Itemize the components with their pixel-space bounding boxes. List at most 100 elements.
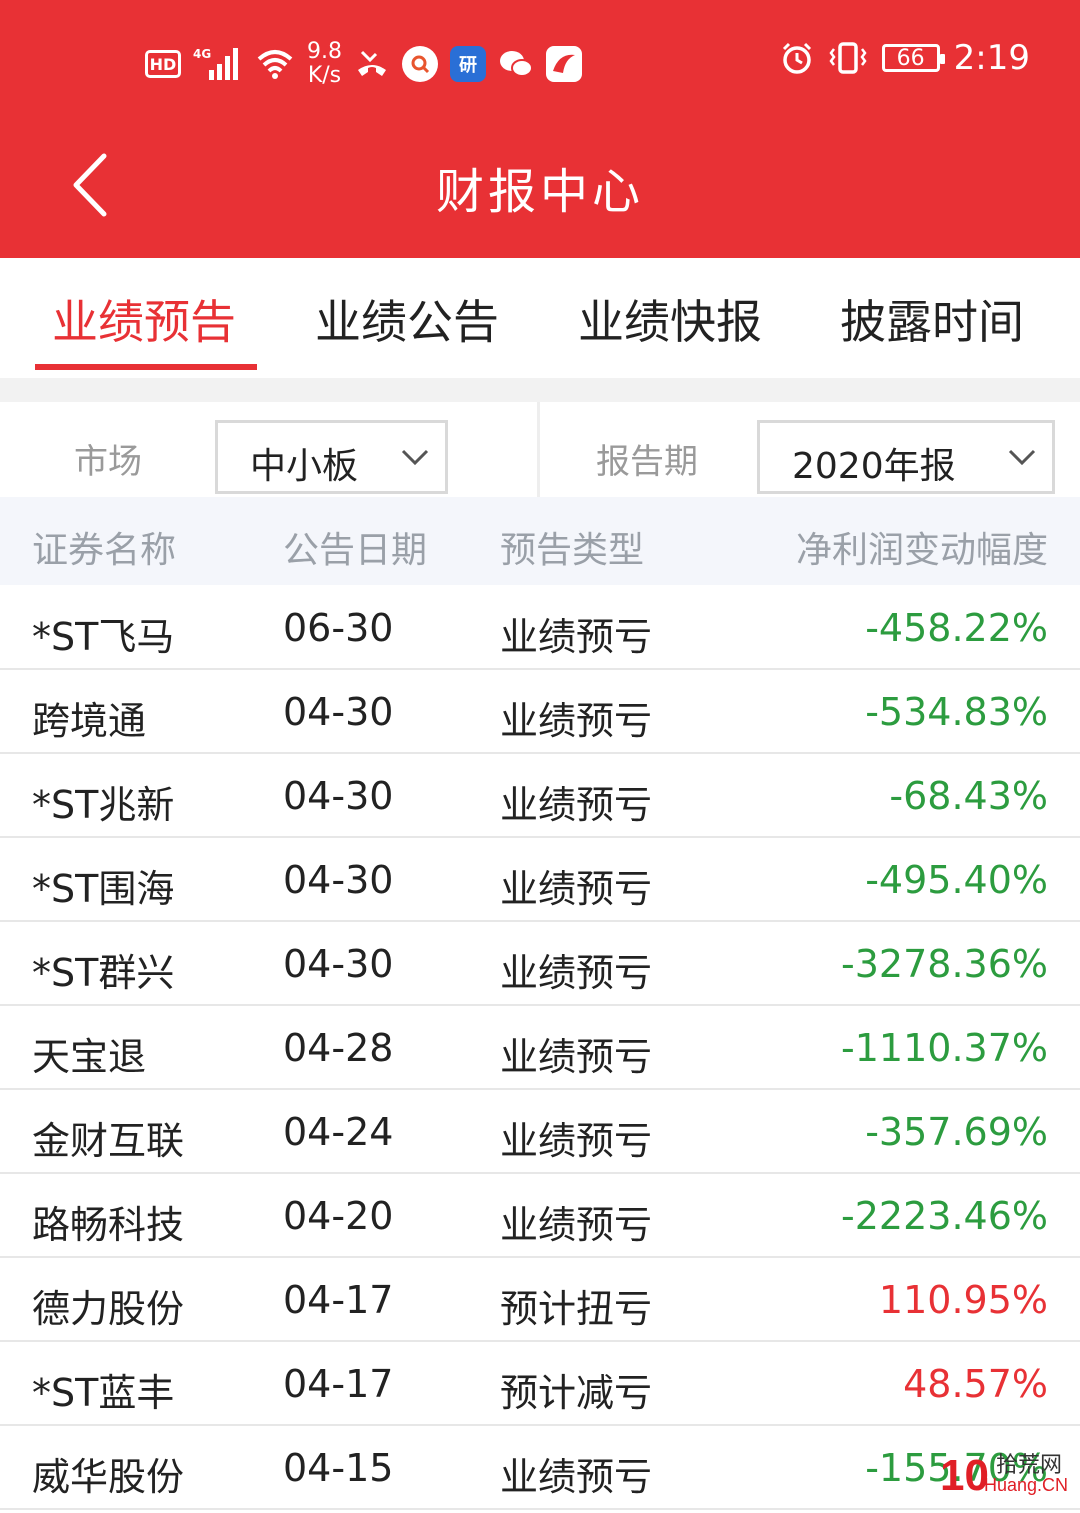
- forecast-type-cell: 业绩预亏: [500, 951, 653, 995]
- active-tab-indicator: [35, 364, 257, 370]
- announce-date-cell: 04-20: [283, 1194, 394, 1238]
- alarm-icon: [780, 41, 814, 75]
- forecast-type-cell: 业绩预亏: [500, 1119, 653, 1163]
- net-profit-change-cell: -1110.37%: [841, 1026, 1048, 1070]
- app-header: HD 4G 9.8 K/s 研 66 2:19 财报中心: [0, 0, 1080, 258]
- filter-bar: 市场 中小板 报告期 2020年报: [0, 402, 1080, 497]
- announce-date-cell: 04-30: [283, 690, 394, 734]
- announce-date-cell: 06-30: [283, 606, 394, 650]
- security-name-cell: *ST兆新: [32, 783, 175, 827]
- battery-icon: 66: [881, 44, 945, 72]
- security-name-cell: *ST围海: [32, 867, 175, 911]
- missed-call-icon: [354, 48, 390, 80]
- column-header-forecast-type[interactable]: 预告类型: [500, 521, 644, 573]
- forecast-type-cell: 业绩预亏: [500, 867, 653, 911]
- table-row[interactable]: *ST围海 04-30 业绩预亏 -495.40%: [0, 838, 1080, 922]
- table-row[interactable]: 威华股份 04-15 业绩预亏 -155.70%: [0, 1426, 1080, 1510]
- announce-date-cell: 04-24: [283, 1110, 394, 1154]
- report-period-select-value: 2020年报: [792, 446, 956, 487]
- table-row[interactable]: *ST兆新 04-30 业绩预亏 -68.43%: [0, 754, 1080, 838]
- announce-date-cell: 04-30: [283, 774, 394, 818]
- security-name-cell: 金财互联: [32, 1119, 185, 1163]
- search-app-icon: [402, 46, 438, 82]
- table-row[interactable]: *ST蓝丰 04-17 预计减亏 48.57%: [0, 1342, 1080, 1426]
- net-profit-change-cell: -68.43%: [889, 774, 1048, 818]
- forecast-type-cell: 业绩预亏: [500, 1455, 653, 1499]
- tab-earnings-announcement[interactable]: 业绩公告: [315, 286, 499, 352]
- status-bar: HD 4G 9.8 K/s 研 66 2:19: [0, 30, 1080, 102]
- wechat-icon: [498, 48, 534, 80]
- table-header: 证券名称 公告日期 预告类型 净利润变动幅度: [0, 497, 1080, 585]
- filter-divider: [537, 402, 540, 497]
- watermark-logo: 10 拾荒网 Huang.CN: [940, 1447, 1070, 1503]
- table-row[interactable]: 德力股份 04-17 预计扭亏 110.95%: [0, 1258, 1080, 1342]
- forecast-type-cell: 预计减亏: [500, 1371, 653, 1415]
- network-type-label: 4G: [193, 47, 211, 61]
- net-profit-change-cell: 110.95%: [878, 1278, 1048, 1322]
- announce-date-cell: 04-15: [283, 1446, 394, 1490]
- signal-icon: 4G: [193, 46, 243, 82]
- yan-app-icon: 研: [450, 46, 486, 82]
- tab-earnings-forecast[interactable]: 业绩预告: [52, 286, 236, 352]
- announce-date-cell: 04-17: [283, 1278, 394, 1322]
- announce-date-cell: 04-17: [283, 1362, 394, 1406]
- security-name-cell: *ST蓝丰: [32, 1371, 175, 1415]
- announce-date-cell: 04-30: [283, 858, 394, 902]
- security-name-cell: 跨境通: [32, 699, 147, 743]
- net-profit-change-cell: -3278.36%: [841, 942, 1048, 986]
- status-right: 66 2:19: [780, 38, 1030, 78]
- tab-bar: 业绩预告 业绩公告 业绩快报 披露时间: [0, 258, 1080, 378]
- hd-icon: HD: [145, 50, 181, 78]
- net-profit-change-cell: -2223.46%: [841, 1194, 1048, 1238]
- vibrate-icon: [828, 41, 868, 75]
- net-profit-change-cell: -357.69%: [865, 1110, 1048, 1154]
- security-name-cell: *ST飞马: [32, 615, 175, 659]
- table-row[interactable]: 天宝退 04-28 业绩预亏 -1110.37%: [0, 1006, 1080, 1090]
- column-header-security-name[interactable]: 证券名称: [32, 521, 176, 573]
- net-speed: 9.8 K/s: [307, 40, 342, 88]
- status-time: 2:19: [953, 38, 1030, 78]
- forecast-type-cell: 业绩预亏: [500, 1203, 653, 1247]
- market-select-value: 中小板: [250, 446, 359, 487]
- security-name-cell: 威华股份: [32, 1455, 185, 1499]
- column-header-net-profit-change[interactable]: 净利润变动幅度: [796, 521, 1048, 573]
- forecast-type-cell: 预计扭亏: [500, 1287, 653, 1331]
- forecast-type-cell: 业绩预亏: [500, 783, 653, 827]
- wifi-icon: [255, 47, 295, 81]
- table-row[interactable]: 跨境通 04-30 业绩预亏 -534.83%: [0, 670, 1080, 754]
- net-profit-change-cell: -458.22%: [865, 606, 1048, 650]
- forecast-type-cell: 业绩预亏: [500, 699, 653, 743]
- security-name-cell: 德力股份: [32, 1287, 185, 1331]
- forecast-type-cell: 业绩预亏: [500, 615, 653, 659]
- table-row[interactable]: *ST飞马 06-30 业绩预亏 -458.22%: [0, 586, 1080, 670]
- tab-earnings-flash-report[interactable]: 业绩快报: [578, 286, 762, 352]
- chevron-down-icon: [401, 449, 429, 466]
- watermark-number: 10: [940, 1451, 989, 1500]
- column-header-announce-date[interactable]: 公告日期: [283, 521, 427, 573]
- table-row[interactable]: 金财互联 04-24 业绩预亏 -357.69%: [0, 1090, 1080, 1174]
- net-profit-change-cell: 48.57%: [903, 1362, 1048, 1406]
- table-row[interactable]: *ST群兴 04-30 业绩预亏 -3278.36%: [0, 922, 1080, 1006]
- announce-date-cell: 04-30: [283, 942, 394, 986]
- net-profit-change-cell: -495.40%: [865, 858, 1048, 902]
- net-speed-value: 9.8: [307, 39, 342, 64]
- section-divider: [0, 378, 1080, 402]
- watermark-domain: Huang.CN: [984, 1475, 1069, 1495]
- table-row[interactable]: 路畅科技 04-20 业绩预亏 -2223.46%: [0, 1174, 1080, 1258]
- security-name-cell: *ST群兴: [32, 951, 175, 995]
- security-name-cell: 路畅科技: [32, 1203, 185, 1247]
- chevron-down-icon: [1008, 449, 1036, 466]
- announce-date-cell: 04-28: [283, 1026, 394, 1070]
- report-period-label: 报告期: [596, 442, 698, 482]
- forecast-type-cell: 业绩预亏: [500, 1035, 653, 1079]
- news-app-icon: [546, 46, 582, 82]
- net-speed-unit: K/s: [307, 63, 342, 88]
- market-label: 市场: [74, 442, 142, 482]
- market-select[interactable]: 中小板: [215, 420, 448, 494]
- tab-disclosure-time[interactable]: 披露时间: [840, 286, 1024, 352]
- security-name-cell: 天宝退: [32, 1035, 147, 1079]
- report-period-select[interactable]: 2020年报: [757, 420, 1055, 494]
- net-profit-change-cell: -534.83%: [865, 690, 1048, 734]
- page-title: 财报中心: [435, 164, 644, 220]
- status-left: HD 4G 9.8 K/s 研: [145, 40, 582, 88]
